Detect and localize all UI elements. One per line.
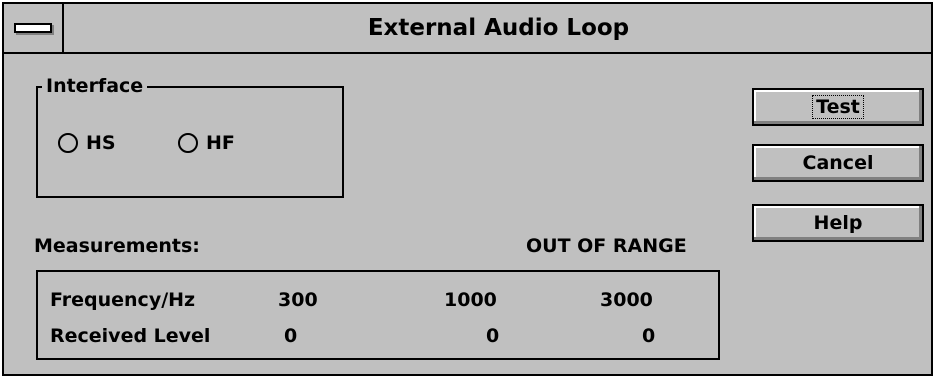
- measurements-table: Frequency/Hz 300 1000 3000 Received Leve…: [36, 270, 720, 360]
- window-title: External Audio Loop: [367, 15, 630, 41]
- received-level-value-3: 0: [642, 325, 656, 347]
- help-button-label: Help: [813, 212, 863, 234]
- test-button-label: Test: [812, 95, 864, 119]
- radio-hf-icon[interactable]: [178, 133, 198, 153]
- received-level-value-1: 0: [284, 325, 298, 347]
- cancel-button[interactable]: Cancel: [752, 144, 924, 182]
- radio-hf-label: HF: [206, 132, 235, 154]
- radio-hf[interactable]: HF: [178, 132, 235, 154]
- status-text: OUT OF RANGE: [526, 235, 687, 257]
- measurements-label: Measurements:: [34, 235, 200, 257]
- help-button[interactable]: Help: [752, 204, 924, 242]
- radio-hs[interactable]: HS: [58, 132, 116, 154]
- interface-groupbox: Interface HS HF: [36, 74, 344, 198]
- frequency-value-1: 300: [278, 289, 318, 311]
- title-bar: External Audio Loop: [4, 4, 931, 54]
- system-menu-button[interactable]: [4, 4, 64, 52]
- row-header-received-level: Received Level: [50, 325, 211, 347]
- received-level-value-2: 0: [486, 325, 500, 347]
- system-menu-icon: [14, 23, 52, 33]
- radio-hs-label: HS: [86, 132, 116, 154]
- dialog-window: External Audio Loop Interface HS HF Meas…: [2, 2, 933, 376]
- cancel-button-label: Cancel: [802, 152, 874, 174]
- radio-hs-icon[interactable]: [58, 133, 78, 153]
- frequency-value-3: 3000: [600, 289, 653, 311]
- row-header-frequency: Frequency/Hz: [50, 289, 196, 311]
- frequency-value-2: 1000: [444, 289, 497, 311]
- interface-legend: Interface: [42, 74, 148, 98]
- test-button[interactable]: Test: [752, 88, 924, 126]
